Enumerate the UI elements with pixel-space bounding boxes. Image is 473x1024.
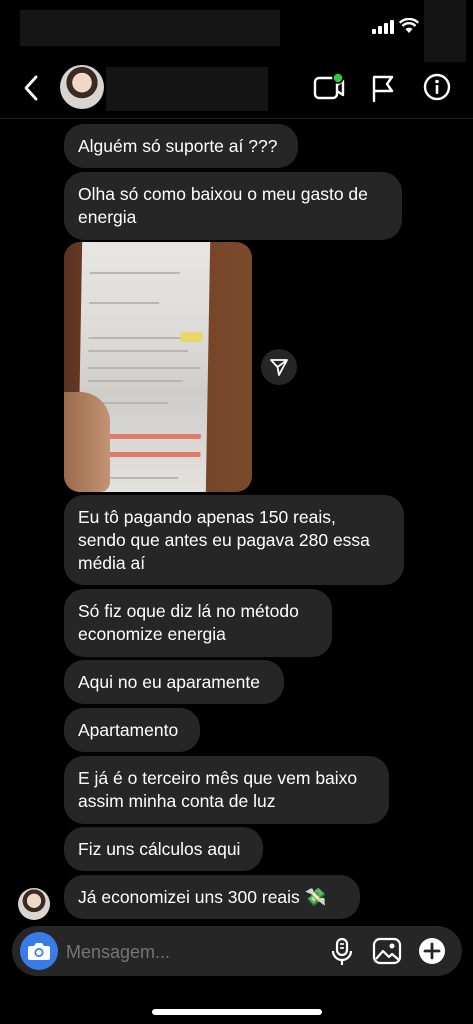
message-bubble[interactable]: Alguém só suporte aí ??? <box>64 124 298 168</box>
camera-icon <box>28 943 50 960</box>
redacted-contact-name[interactable] <box>106 67 268 111</box>
microphone-icon[interactable] <box>330 937 354 967</box>
camera-button[interactable] <box>20 932 58 970</box>
info-icon[interactable] <box>423 73 451 101</box>
message-bubble[interactable]: Apartamento <box>64 708 200 752</box>
message-bubble[interactable]: Fiz uns cálculos aqui <box>64 827 263 871</box>
redacted-time <box>20 10 280 46</box>
status-bar <box>0 0 473 62</box>
sender-avatar[interactable] <box>18 888 50 920</box>
message-composer <box>12 926 462 978</box>
gallery-icon[interactable] <box>372 937 402 965</box>
message-bubble[interactable]: Eu tô pagando apenas 150 reais, sendo qu… <box>64 495 404 585</box>
shared-photo[interactable] <box>64 242 252 492</box>
message-bubble[interactable]: Olha só como baixou o meu gasto de energ… <box>64 172 402 240</box>
add-icon[interactable] <box>418 937 446 965</box>
send-icon <box>270 359 288 376</box>
home-indicator <box>152 1009 322 1015</box>
wifi-icon <box>399 18 419 33</box>
message-input[interactable] <box>64 926 318 978</box>
message-bubble[interactable]: E já é o terceiro mês que vem baixo assi… <box>64 756 389 824</box>
share-button[interactable] <box>261 349 297 385</box>
hand-holding-bill <box>64 392 110 492</box>
message-bubble[interactable]: Aqui no eu aparamente <box>64 660 284 704</box>
message-bubble[interactable]: Já economizei uns 300 reais 💸 <box>64 875 360 919</box>
message-bubble[interactable]: Só fiz oque diz lá no método economize e… <box>64 589 332 657</box>
chat-header <box>0 58 473 119</box>
flag-icon[interactable] <box>370 73 396 103</box>
avatar[interactable] <box>60 65 104 109</box>
battery-icon <box>424 0 466 62</box>
back-icon[interactable] <box>22 74 40 102</box>
signal-icon <box>372 20 394 34</box>
video-call-icon[interactable] <box>312 72 346 102</box>
